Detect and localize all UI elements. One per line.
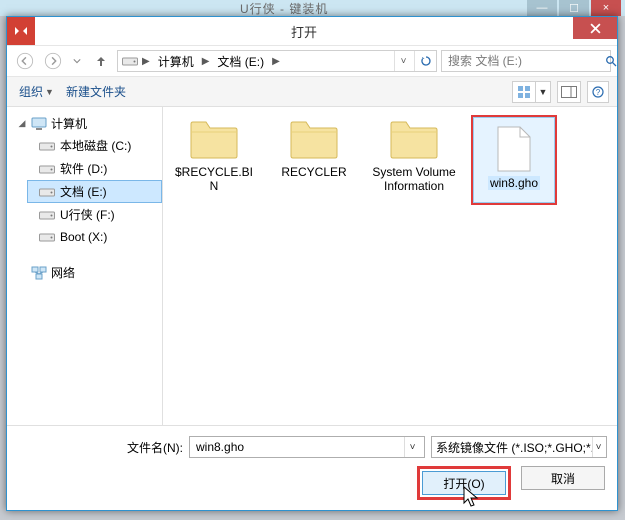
file-type-filter[interactable]: 系统镜像文件 (*.ISO;*.GHO;*.WIM) ˅ — [431, 436, 607, 458]
file-name-label: System Volume Information — [371, 165, 457, 194]
folder-icon — [385, 115, 443, 161]
breadcrumb-drive[interactable]: 文档 (E:) — [213, 53, 268, 70]
bg-close-button: × — [591, 0, 621, 16]
chevron-down-icon[interactable]: ˅ — [404, 437, 420, 457]
filter-text: 系统镜像文件 (*.ISO;*.GHO;*.WIM) — [436, 439, 592, 456]
network-icon — [31, 265, 47, 281]
refresh-button[interactable] — [414, 51, 436, 71]
navigation-pane: ◢ 计算机 本地磁盘 (C:) 软件 (D:) 文档 (E:) U行侠 (F:) Boo… — [7, 107, 163, 425]
drive-icon — [39, 184, 55, 200]
tree-drive-label: Boot (X:) — [60, 230, 107, 244]
breadcrumb-computer[interactable]: 计算机 — [154, 53, 198, 70]
nav-up-button[interactable] — [89, 49, 113, 73]
organize-menu[interactable]: 组织 ▼ — [15, 81, 58, 102]
nav-back-button[interactable] — [13, 49, 37, 73]
file-name-label: $RECYCLE.BIN — [171, 165, 257, 194]
file-list-pane[interactable]: $RECYCLE.BIN RECYCLER System Volume Inform… — [163, 107, 617, 425]
caret-down-icon: ◢ — [17, 118, 27, 129]
cancel-button[interactable]: 取消 — [521, 466, 605, 490]
nav-forward-button[interactable] — [41, 49, 65, 73]
app-icon — [7, 17, 35, 45]
folder-tile[interactable]: System Volume Information — [371, 115, 457, 194]
drive-icon — [39, 207, 55, 223]
file-tile[interactable]: win8.gho — [471, 115, 557, 205]
tree-node-computer[interactable]: ◢ 计算机 — [7, 113, 162, 134]
bg-maximize-button: ☐ — [559, 0, 589, 16]
folder-tile[interactable]: $RECYCLE.BIN — [171, 115, 257, 194]
arrow-left-icon — [16, 52, 34, 70]
drive-icon — [122, 53, 138, 69]
tree-node-drive[interactable]: 软件 (D:) — [27, 157, 162, 180]
preview-pane-button[interactable] — [557, 81, 581, 103]
search-input[interactable] — [446, 53, 605, 69]
open-file-dialog: 打开 ▶ 计算机 — [6, 16, 618, 511]
tree-drive-label: 本地磁盘 (C:) — [60, 137, 131, 154]
address-bar[interactable]: ▶ 计算机 ▶ 文档 (E:) ▶ ˅ — [117, 50, 437, 72]
nav-recent-dropdown[interactable] — [69, 49, 85, 73]
view-icons-icon — [513, 85, 535, 99]
refresh-icon — [420, 55, 432, 67]
cancel-button-label: 取消 — [551, 470, 575, 487]
preview-pane-icon — [558, 86, 580, 98]
chevron-down-icon[interactable]: ˅ — [592, 437, 604, 457]
address-history-dropdown[interactable]: ˅ — [394, 51, 412, 71]
help-icon: ? — [592, 86, 604, 98]
file-icon — [485, 126, 543, 172]
filename-combobox[interactable]: ˅ — [189, 436, 425, 458]
file-name-label: win8.gho — [488, 176, 540, 190]
drive-icon — [39, 138, 55, 154]
folder-icon — [285, 115, 343, 161]
chevron-down-icon: ▼ — [45, 87, 54, 97]
tree-drive-label: 文档 (E:) — [60, 183, 107, 200]
computer-icon — [31, 116, 47, 132]
chevron-down-icon — [73, 57, 81, 65]
breadcrumb-sep-icon: ▶ — [200, 56, 212, 67]
tree-node-drive[interactable]: 文档 (E:) — [27, 180, 162, 203]
close-button[interactable] — [573, 17, 617, 39]
breadcrumb-sep-icon: ▶ — [270, 56, 282, 67]
arrow-right-icon — [44, 52, 62, 70]
arrow-up-icon — [94, 54, 108, 68]
bg-minimize-button: — — [527, 0, 557, 16]
dialog-title: 打开 — [35, 22, 573, 41]
tree-node-drive[interactable]: 本地磁盘 (C:) — [27, 134, 162, 157]
svg-text:?: ? — [596, 88, 601, 97]
open-button-label: 打开(O) — [443, 475, 484, 492]
open-button[interactable]: 打开(O) — [422, 471, 506, 495]
tree-drive-label: U行侠 (F:) — [60, 206, 115, 223]
new-folder-button[interactable]: 新建文件夹 — [62, 81, 130, 102]
drive-icon — [39, 161, 55, 177]
folder-tile[interactable]: RECYCLER — [271, 115, 357, 179]
view-mode-button[interactable]: ▼ — [512, 81, 551, 103]
help-button[interactable]: ? — [587, 81, 609, 103]
tree-label-network: 网络 — [51, 264, 75, 281]
search-box[interactable] — [441, 50, 611, 72]
background-window-title: U行侠 - 键装机 — [240, 0, 328, 17]
search-icon — [605, 55, 617, 67]
breadcrumb-sep-icon: ▶ — [140, 56, 152, 67]
tree-node-drive[interactable]: Boot (X:) — [27, 226, 162, 248]
folder-icon — [185, 115, 243, 161]
drive-icon — [39, 229, 55, 245]
chevron-down-icon: ▼ — [536, 87, 550, 97]
open-button-highlight: 打开(O) — [417, 466, 511, 500]
tree-drive-label: 软件 (D:) — [60, 160, 107, 177]
organize-label: 组织 — [19, 83, 43, 100]
file-name-label: RECYCLER — [281, 165, 346, 179]
tree-node-drive[interactable]: U行侠 (F:) — [27, 203, 162, 226]
tree-node-network[interactable]: ▶ 网络 — [7, 262, 162, 283]
tree-label-computer: 计算机 — [51, 115, 87, 132]
filename-input[interactable] — [194, 439, 404, 455]
filename-label: 文件名(N): — [127, 439, 183, 456]
close-icon — [590, 23, 601, 34]
